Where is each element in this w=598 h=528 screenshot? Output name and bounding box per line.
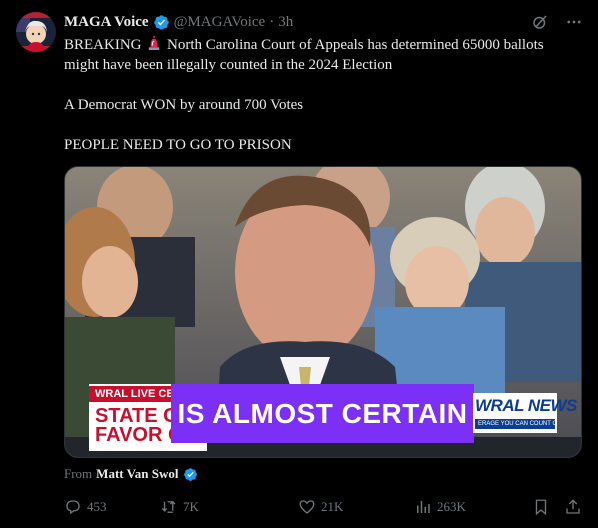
verified-badge-icon bbox=[183, 467, 197, 481]
more-icon[interactable] bbox=[564, 12, 584, 32]
attribution: From Matt Van Swol bbox=[64, 466, 198, 482]
station-tagline: ERAGE YOU CAN COUNT ON bbox=[475, 419, 555, 429]
station-logo-text: WRAL NEWS bbox=[475, 396, 577, 415]
video-media[interactable]: WRAL LIVE CEN STATE CO FAVOR O IS ALMOST… bbox=[64, 166, 582, 458]
avatar-image bbox=[16, 12, 56, 52]
reply-icon bbox=[66, 500, 80, 515]
repost-count: 7K bbox=[183, 499, 199, 514]
avatar[interactable] bbox=[16, 12, 56, 52]
grok-icon[interactable] bbox=[530, 12, 550, 32]
repost-button[interactable]: 7K bbox=[160, 496, 199, 518]
share-button[interactable] bbox=[564, 496, 582, 518]
author-name[interactable]: MAGA Voice bbox=[64, 14, 149, 31]
attribution-prefix: From bbox=[64, 466, 93, 481]
video-caption: IS ALMOST CERTAIN bbox=[171, 384, 474, 443]
bookmark-icon bbox=[535, 499, 547, 516]
reply-button[interactable]: 453 bbox=[64, 496, 107, 518]
repost-icon bbox=[161, 500, 176, 513]
breaking-label: BREAKING bbox=[64, 37, 142, 53]
header-icons bbox=[530, 12, 584, 32]
tweet-text: BREAKING North Carolina Court of Appeals… bbox=[64, 35, 579, 155]
author-handle[interactable]: @MAGAVoice bbox=[174, 14, 266, 31]
views-count: 263K bbox=[437, 499, 466, 514]
police-light-icon bbox=[149, 36, 160, 50]
heart-icon bbox=[299, 500, 315, 514]
share-icon bbox=[566, 499, 580, 514]
bookmark-button[interactable] bbox=[532, 496, 550, 518]
tweet-line-1: BREAKING North Carolina Court of Appeals… bbox=[64, 35, 579, 75]
separator-dot: · bbox=[269, 13, 275, 30]
action-bar: 453 7K 21K 263K bbox=[64, 496, 584, 518]
reply-count: 453 bbox=[87, 499, 107, 514]
tweet[interactable]: MAGA Voice @MAGAVoice · 3h BREAKING Nort… bbox=[0, 0, 598, 528]
tweet-line-3: PEOPLE NEED TO GO TO PRISON bbox=[64, 137, 292, 153]
tweet-line-2: A Democrat WON by around 700 Votes bbox=[64, 97, 304, 113]
views-button[interactable]: 263K bbox=[414, 496, 466, 518]
post-time[interactable]: 3h bbox=[278, 14, 293, 31]
attribution-name[interactable]: Matt Van Swol bbox=[96, 466, 178, 482]
tweet-header: MAGA Voice @MAGAVoice · 3h bbox=[64, 12, 293, 32]
verified-badge-icon bbox=[153, 14, 169, 30]
like-button[interactable]: 21K bbox=[298, 496, 343, 518]
views-chart-icon bbox=[417, 501, 430, 513]
like-count: 21K bbox=[321, 499, 344, 514]
